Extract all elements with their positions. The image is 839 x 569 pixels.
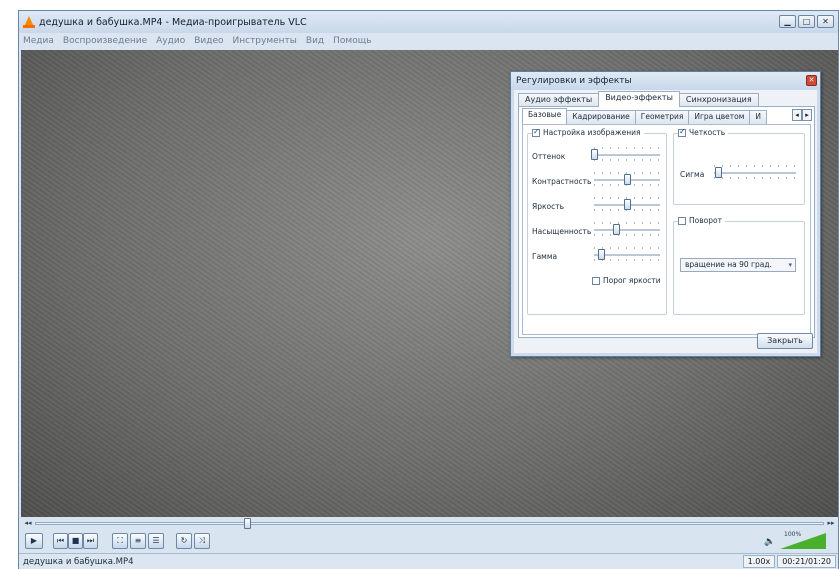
- image-adjust-group: Настройка изображения Оттенок Контрастно…: [527, 127, 667, 315]
- volume-percent: 100%: [784, 531, 802, 538]
- sharpen-group: Четкость Сигма: [673, 127, 805, 205]
- next-button[interactable]: ⏭: [83, 533, 98, 549]
- brightness-threshold-checkbox[interactable]: [592, 276, 600, 285]
- loop-button[interactable]: ↻: [176, 533, 192, 549]
- stop-button[interactable]: ■: [68, 533, 83, 549]
- sharpen-label: Четкость: [689, 128, 726, 137]
- saturation-label: Насыщенность: [532, 227, 592, 236]
- tab-synchronization[interactable]: Синхронизация: [678, 93, 759, 107]
- adjustments-dialog: Регулировки и эффекты ✕ Аудио эффекты Ви…: [510, 71, 821, 357]
- menu-help[interactable]: Помощь: [333, 36, 371, 46]
- tab-video-effects[interactable]: Видео-эффекты: [598, 91, 680, 107]
- rotate-group: Поворот вращение на 90 град. ▾: [673, 216, 805, 315]
- contrast-label: Контрастность: [532, 177, 592, 186]
- saturation-slider[interactable]: [612, 224, 620, 235]
- vlc-cone-icon: [23, 16, 35, 28]
- controls-row: ▶ ⏮ ■ ⏭ ⛶ ≡ ☰ ↻ ⤨ 🔈 100%: [21, 530, 838, 552]
- sigma-label: Сигма: [680, 170, 705, 179]
- brightness-label: Яркость: [532, 202, 565, 211]
- tab-scroll-right-icon[interactable]: ▸: [802, 109, 812, 121]
- menu-video[interactable]: Видео: [194, 36, 223, 46]
- random-button[interactable]: ⤨: [194, 533, 210, 549]
- extended-settings-button[interactable]: ≡: [130, 533, 146, 549]
- menu-view[interactable]: Вид: [306, 36, 324, 46]
- title-bar[interactable]: дедушка и бабушка.MP4 - Медиа-проигрыват…: [19, 11, 838, 33]
- dialog-title[interactable]: Регулировки и эффекты: [511, 72, 820, 90]
- image-adjust-label: Настройка изображения: [543, 128, 641, 137]
- sigma-slider[interactable]: [715, 167, 723, 178]
- subtab-crop[interactable]: Кадрирование: [566, 110, 636, 124]
- close-window-button[interactable]: ✕: [817, 15, 834, 28]
- tab-scroll-left-icon[interactable]: ◂: [792, 109, 802, 121]
- saturation-slider-row: Насыщенность: [532, 221, 660, 243]
- menu-tools[interactable]: Инструменты: [233, 36, 297, 46]
- tab-audio-effects[interactable]: Аудио эффекты: [518, 93, 600, 107]
- menu-audio[interactable]: Аудио: [156, 36, 185, 46]
- playback-speed[interactable]: 1.00x: [742, 555, 776, 568]
- previous-button[interactable]: ⏮: [53, 533, 68, 549]
- brightness-slider-row: Яркость: [532, 196, 660, 218]
- rotate-angle-value: вращение на 90 град.: [685, 260, 772, 269]
- sharpen-checkbox[interactable]: [678, 127, 686, 137]
- gamma-slider[interactable]: [597, 249, 605, 260]
- rotate-angle-select[interactable]: вращение на 90 град. ▾: [680, 258, 796, 272]
- subtab-color[interactable]: Игра цветом: [688, 110, 751, 124]
- subtab-overflow[interactable]: И: [749, 110, 768, 124]
- brightness-slider[interactable]: [624, 199, 631, 210]
- subtab-basic[interactable]: Базовые: [522, 108, 568, 124]
- seek-forward-icon[interactable]: ▸▸: [824, 519, 838, 527]
- gamma-slider-row: Гамма: [532, 246, 660, 268]
- contrast-slider-row: Контрастность: [532, 171, 660, 193]
- hue-slider-row: Оттенок: [532, 146, 660, 168]
- menu-media[interactable]: Медиа: [23, 36, 54, 46]
- play-button[interactable]: ▶: [25, 533, 43, 549]
- hue-label: Оттенок: [532, 152, 566, 161]
- hue-slider[interactable]: [591, 149, 598, 160]
- image-adjust-checkbox[interactable]: [532, 127, 540, 137]
- seek-back-icon[interactable]: ◂◂: [21, 519, 35, 527]
- seek-slider[interactable]: [35, 517, 824, 529]
- volume-control[interactable]: 🔈 100%: [764, 531, 830, 551]
- menu-bar: Медиа Воспроизведение Аудио Видео Инстру…: [19, 33, 838, 49]
- minimize-button[interactable]: ▁: [779, 15, 796, 28]
- dialog-close-button[interactable]: Закрыть: [757, 333, 813, 349]
- gamma-label: Гамма: [532, 252, 558, 261]
- status-bar: дедушка и бабушка.MP4 1.00x 00:21/01:20: [19, 553, 838, 569]
- rotate-checkbox[interactable]: [678, 216, 686, 225]
- sigma-slider-row: Сигма: [680, 164, 796, 186]
- seek-bar-row: ◂◂ ▸▸: [21, 517, 838, 529]
- subtab-geometry[interactable]: Геометрия: [634, 110, 690, 124]
- contrast-slider[interactable]: [624, 174, 631, 185]
- fullscreen-button[interactable]: ⛶: [112, 533, 128, 549]
- window-title: дедушка и бабушка.MP4 - Медиа-проигрыват…: [39, 16, 307, 28]
- speaker-icon[interactable]: 🔈: [764, 537, 775, 547]
- brightness-threshold-label: Порог яркости: [603, 276, 661, 285]
- maximize-button[interactable]: □: [798, 15, 815, 28]
- time-display[interactable]: 00:21/01:20: [777, 555, 836, 568]
- seek-handle[interactable]: [244, 517, 252, 529]
- menu-playback[interactable]: Воспроизведение: [63, 36, 147, 46]
- rotate-label: Поворот: [689, 216, 722, 225]
- dialog-close-icon[interactable]: ✕: [806, 75, 817, 86]
- status-filename: дедушка и бабушка.MP4: [23, 556, 134, 567]
- chevron-down-icon: ▾: [788, 261, 792, 269]
- playlist-button[interactable]: ☰: [148, 533, 164, 549]
